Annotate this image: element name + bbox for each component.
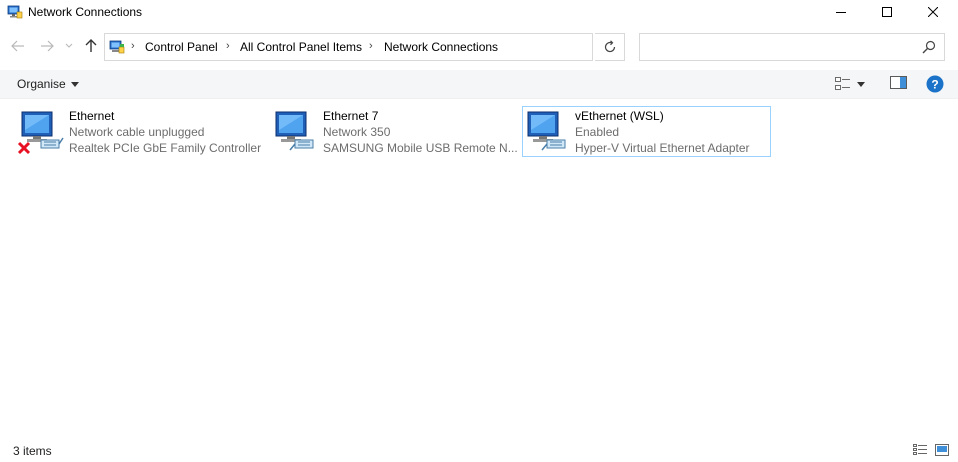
svg-text:?: ? (931, 78, 938, 92)
navigation-bar: › Control Panel › All Control Panel Item… (0, 30, 958, 64)
breadcrumb-separator[interactable]: › (369, 40, 373, 52)
connection-item-ethernet[interactable]: Ethernet Network cable unplugged Realtek… (16, 106, 266, 158)
refresh-icon (604, 40, 615, 53)
view-details-icon (835, 77, 850, 90)
connections-list: Ethernet Network cable unplugged Realtek… (0, 100, 958, 435)
forward-arrow-icon (41, 40, 54, 52)
connection-status: Enabled (575, 125, 620, 139)
title-bar: Network Connections (0, 0, 958, 24)
minimize-button[interactable] (818, 0, 864, 24)
connection-name: vEthernet (WSL) (575, 109, 664, 123)
connection-item-vethernet-wsl[interactable]: vEthernet (WSL) Enabled Hyper-V Virtual … (522, 106, 771, 157)
back-button[interactable] (8, 36, 28, 56)
connection-item-ethernet-7[interactable]: Ethernet 7 Network 350 SAMSUNG Mobile US… (270, 106, 520, 158)
change-view-button[interactable] (835, 76, 871, 92)
maximize-button[interactable] (864, 0, 910, 24)
help-icon: ? (926, 75, 944, 93)
disconnected-x-icon (17, 141, 31, 155)
connection-device: Realtek PCIe GbE Family Controller (69, 141, 262, 155)
item-count: 3 items (13, 444, 52, 458)
dropdown-triangle-icon (857, 81, 865, 87)
close-icon (928, 7, 938, 17)
forward-button[interactable] (37, 36, 57, 56)
close-button[interactable] (910, 0, 956, 24)
connection-device: Hyper-V Virtual Ethernet Adapter (575, 141, 750, 155)
up-button[interactable] (81, 36, 101, 56)
large-icons-view-icon[interactable] (935, 444, 949, 456)
up-arrow-icon (85, 39, 97, 52)
details-view-icon[interactable] (913, 444, 927, 456)
breadcrumb-separator[interactable]: › (226, 40, 230, 52)
help-button[interactable]: ? (926, 75, 944, 93)
dropdown-triangle-icon (70, 81, 79, 87)
connection-name: Ethernet 7 (323, 109, 379, 123)
control-panel-icon (109, 39, 125, 55)
breadcrumb-separator: › (131, 40, 135, 52)
connection-status: Network cable unplugged (69, 125, 205, 139)
preview-pane-button[interactable] (890, 76, 908, 92)
search-input[interactable] (639, 33, 945, 61)
back-arrow-icon (11, 40, 24, 52)
breadcrumb-all-control-panel-items[interactable]: All Control Panel Items (240, 40, 362, 54)
organise-menu-button[interactable]: Organise (17, 77, 79, 91)
breadcrumb-network-connections[interactable]: Network Connections (384, 40, 498, 54)
organise-label: Organise (17, 77, 66, 91)
network-connections-icon (7, 4, 23, 20)
connection-name: Ethernet (69, 109, 115, 123)
window-title: Network Connections (28, 5, 143, 19)
command-bar: Organise ? (0, 70, 958, 99)
recent-locations-button[interactable] (62, 36, 76, 56)
connection-status: Network 350 (323, 125, 391, 139)
preview-pane-icon (890, 76, 907, 89)
minimize-icon (836, 12, 846, 13)
status-bar: 3 items (0, 438, 958, 462)
connection-device: SAMSUNG Mobile USB Remote N... (323, 141, 518, 155)
address-bar[interactable]: › Control Panel › All Control Panel Item… (104, 33, 684, 61)
chevron-down-icon (65, 43, 73, 48)
maximize-icon (882, 7, 892, 17)
network-adapter-icon (271, 108, 319, 156)
refresh-button[interactable] (595, 33, 625, 61)
search-icon[interactable] (922, 40, 936, 54)
breadcrumb-control-panel[interactable]: Control Panel (145, 40, 218, 54)
network-adapter-icon (523, 108, 571, 156)
